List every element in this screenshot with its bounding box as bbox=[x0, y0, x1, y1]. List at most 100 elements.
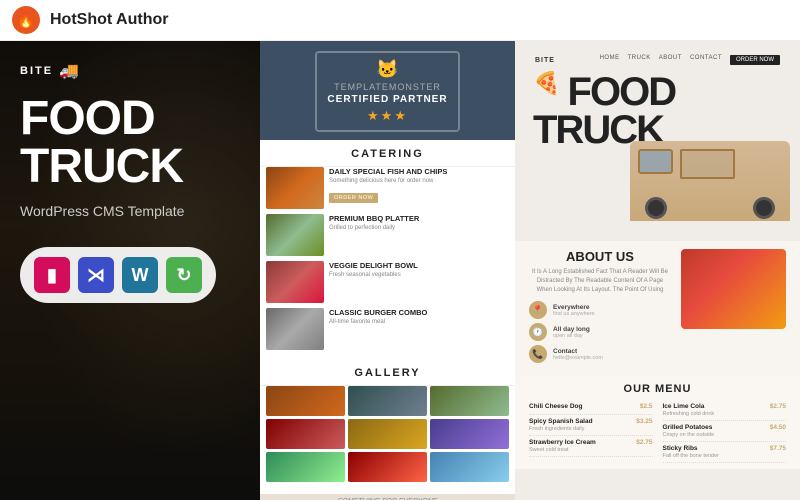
brand-logo-icon: 🔥 bbox=[12, 6, 40, 34]
menu-item-price-1: $2.5 bbox=[640, 403, 653, 410]
rev-slider-icon: ↻ bbox=[166, 257, 202, 293]
tm-brand: TemplateMonster bbox=[327, 82, 447, 92]
menu-section: OUR MENU Chili Cheese Dog $2.5 Spicy Spa… bbox=[515, 377, 800, 469]
menu-item-price-6: $7.75 bbox=[770, 445, 786, 452]
nav-link-about[interactable]: ABOUT bbox=[659, 55, 682, 65]
tm-badge: 🐱 TemplateMonster CERTIFIED PARTNER ★★★ bbox=[260, 41, 515, 140]
topbar: 🔥 HotShot Author bbox=[0, 0, 800, 41]
feature-sublabel-3: hello@example.com bbox=[553, 355, 603, 361]
right-nav-links: HOME TRUCK ABOUT CONTACT ORDER NOW bbox=[600, 55, 780, 65]
left-content: BITE 🚚 FOOD TRUCK WordPress CMS Template… bbox=[0, 41, 260, 500]
bite-badge: BITE 🚚 bbox=[20, 61, 240, 81]
right-hero: BITE HOME TRUCK ABOUT CONTACT ORDER NOW … bbox=[515, 41, 800, 241]
truck-icon: 🚚 bbox=[59, 61, 79, 81]
menu-item-info-1: Chili Cheese Dog bbox=[529, 403, 582, 411]
gallery-cell-5 bbox=[348, 419, 427, 449]
menu-item-name-3: Strawberry Ice Cream bbox=[529, 439, 596, 446]
about-left: ABOUT US It Is A Long Established Fact T… bbox=[529, 249, 671, 369]
menu-item-1: Chili Cheese Dog $2.5 bbox=[529, 400, 653, 415]
menu-item-price-5: $4.50 bbox=[770, 424, 786, 431]
catering-item-2: PREMIUM BBQ PLATTER Grilled to perfectio… bbox=[266, 214, 509, 256]
menu-item-3: Strawberry Ice Cream Sweet cold treat $2… bbox=[529, 436, 653, 457]
feature-allday-label: All day long open all day bbox=[553, 326, 590, 339]
gallery-cell-8 bbox=[348, 452, 427, 482]
feature-everywhere: 📍 Everywhere find us anywhere bbox=[529, 301, 671, 319]
feature-label: Everywhere bbox=[553, 304, 595, 311]
about-features: 📍 Everywhere find us anywhere 🕐 All day … bbox=[529, 301, 671, 363]
right-nav: BITE HOME TRUCK ABOUT CONTACT ORDER NOW bbox=[533, 55, 782, 65]
menu-item-name-4: Ice Lime Cola bbox=[663, 403, 715, 410]
catering-title-3: VEGGIE DELIGHT BOWL bbox=[329, 261, 509, 270]
about-title: ABOUT US bbox=[529, 249, 671, 264]
menu-item-price-4: $2.75 bbox=[770, 403, 786, 410]
tm-badge-inner: 🐱 TemplateMonster CERTIFIED PARTNER ★★★ bbox=[315, 51, 459, 132]
menu-col-left: Chili Cheese Dog $2.5 Spicy Spanish Sala… bbox=[529, 400, 653, 463]
plugin-icons-bar: ▮ ⋊ W ↻ bbox=[20, 247, 216, 303]
nav-link-home[interactable]: HOME bbox=[600, 55, 620, 65]
menu-item-6: Sticky Ribs Fall off the bone tender $7.… bbox=[663, 442, 787, 463]
gallery-cell-6 bbox=[430, 419, 509, 449]
feature-contact: 📞 Contact hello@example.com bbox=[529, 345, 671, 363]
left-panel: BITE 🚚 FOOD TRUCK WordPress CMS Template… bbox=[0, 41, 260, 500]
menu-item-name-5: Grilled Potatoes bbox=[663, 424, 715, 431]
gallery-cell-2 bbox=[348, 386, 427, 416]
title-line2: TRUCK bbox=[20, 143, 240, 191]
gallery-cell-1 bbox=[266, 386, 345, 416]
catering-order-btn[interactable]: ORDER NOW bbox=[329, 193, 378, 203]
truck-illustration bbox=[600, 126, 800, 241]
catering-text-1: DAILY SPECIAL FISH AND CHIPS Something d… bbox=[329, 167, 509, 204]
menu-item-name-6: Sticky Ribs bbox=[663, 445, 719, 452]
menu-item-info-2: Spicy Spanish Salad Fresh ingredients da… bbox=[529, 418, 593, 432]
catering-item-3: VEGGIE DELIGHT BOWL Fresh seasonal veget… bbox=[266, 261, 509, 303]
about-layout: ABOUT US It Is A Long Established Fact T… bbox=[529, 249, 786, 369]
feature-sublabel-2: open all day bbox=[553, 333, 590, 339]
menu-item-info-5: Grilled Potatoes Crispy on the outside bbox=[663, 424, 715, 438]
feature-icon-location: 📍 bbox=[529, 301, 547, 319]
catering-desc-3: Fresh seasonal vegetables bbox=[329, 272, 509, 280]
catering-desc-2: Grilled to perfection daily bbox=[329, 225, 509, 233]
menu-cols: Chili Cheese Dog $2.5 Spicy Spanish Sala… bbox=[529, 400, 786, 463]
bite-label: BITE bbox=[20, 65, 53, 77]
elementor-icon: ▮ bbox=[34, 257, 70, 293]
nav-link-truck[interactable]: TRUCK bbox=[628, 55, 651, 65]
menu-col-right: Ice Lime Cola Refreshing cold drink $2.7… bbox=[663, 400, 787, 463]
truck-window-side bbox=[680, 149, 735, 179]
truck-wheel-front bbox=[645, 197, 667, 219]
wordpress-icon: W bbox=[122, 257, 158, 293]
catering-text-4: CLASSIC BURGER COMBO All-time favorite m… bbox=[329, 308, 509, 327]
about-photo-col bbox=[681, 249, 786, 369]
menu-item-price-2: $3.25 bbox=[636, 418, 652, 425]
catering-item: DAILY SPECIAL FISH AND CHIPS Something d… bbox=[266, 167, 509, 209]
feature-icon-time: 🕐 bbox=[529, 323, 547, 341]
catering-section: DAILY SPECIAL FISH AND CHIPS Something d… bbox=[260, 167, 515, 359]
tm-certified-text: CERTIFIED PARTNER bbox=[327, 94, 447, 105]
catering-item-4: CLASSIC BURGER COMBO All-time favorite m… bbox=[266, 308, 509, 350]
truck-body bbox=[630, 141, 790, 221]
feature-icon-phone: 📞 bbox=[529, 345, 547, 363]
menu-item-name-2: Spicy Spanish Salad bbox=[529, 418, 593, 425]
about-text: It Is A Long Established Fact That A Rea… bbox=[529, 268, 671, 295]
catering-img-3 bbox=[266, 261, 324, 303]
feature-allday: 🕐 All day long open all day bbox=[529, 323, 671, 341]
gallery-cell-3 bbox=[430, 386, 509, 416]
nav-cta-btn[interactable]: ORDER NOW bbox=[730, 55, 780, 65]
menu-item-info-3: Strawberry Ice Cream Sweet cold treat bbox=[529, 439, 596, 453]
right-nav-logo: BITE bbox=[535, 57, 555, 64]
gallery-section bbox=[260, 386, 515, 486]
menu-item-price-3: $2.75 bbox=[636, 439, 652, 446]
feature-everywhere-label: Everywhere find us anywhere bbox=[553, 304, 595, 317]
about-photo bbox=[681, 249, 786, 329]
menu-item-info-6: Sticky Ribs Fall off the bone tender bbox=[663, 445, 719, 459]
tm-cat-icon: 🐱 bbox=[327, 59, 447, 80]
feature-contact-label: Contact hello@example.com bbox=[553, 348, 603, 361]
catering-section-title: CATERING bbox=[260, 140, 515, 167]
menu-item-name-1: Chili Cheese Dog bbox=[529, 403, 582, 410]
tm-stars: ★★★ bbox=[327, 108, 447, 124]
catering-img-1 bbox=[266, 167, 324, 209]
about-section: ABOUT US It Is A Long Established Fact T… bbox=[515, 241, 800, 377]
nav-link-contact[interactable]: CONTACT bbox=[690, 55, 722, 65]
gallery-grid bbox=[266, 386, 509, 482]
catering-text-3: VEGGIE DELIGHT BOWL Fresh seasonal veget… bbox=[329, 261, 509, 280]
menu-item-desc-3: Sweet cold treat bbox=[529, 447, 596, 453]
menu-item-desc-5: Crispy on the outside bbox=[663, 432, 715, 438]
